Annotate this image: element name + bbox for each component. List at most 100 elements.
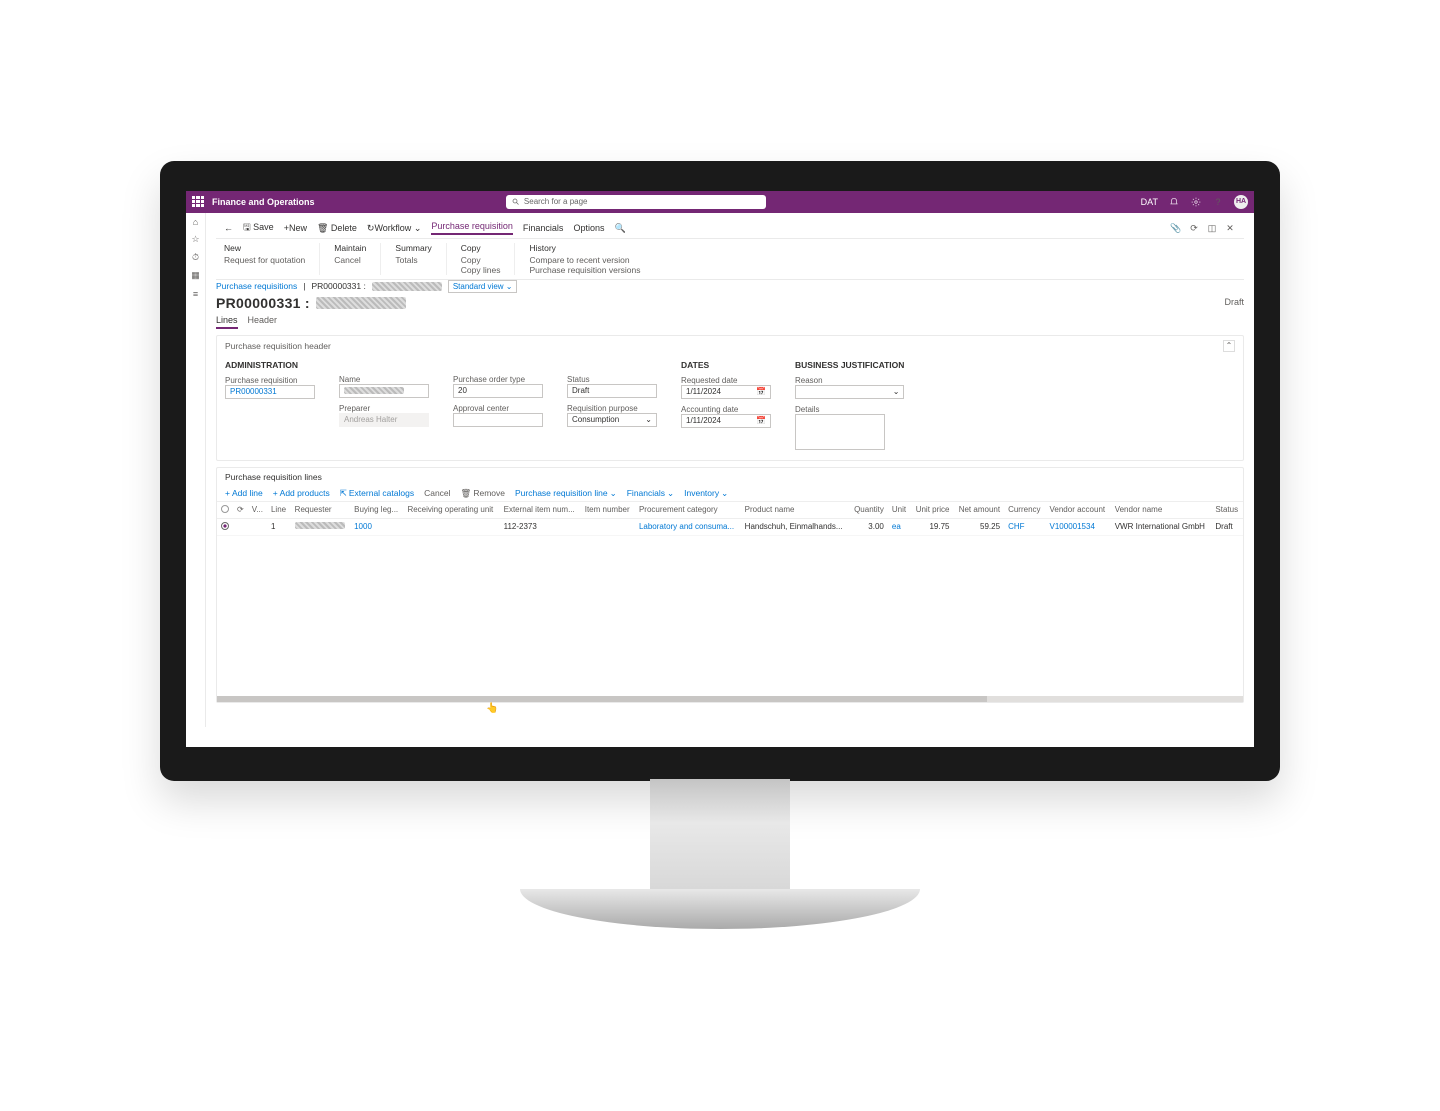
col-net[interactable]: Net amount: [953, 502, 1004, 519]
add-line-button[interactable]: + Add line: [225, 488, 263, 499]
search-command-icon[interactable]: 🔍: [614, 223, 625, 234]
copy-button[interactable]: Copy: [461, 255, 501, 265]
ribbon-group-copy: Copy: [461, 243, 501, 253]
detail-tabs: Lines Header: [216, 315, 1244, 329]
col-vname[interactable]: Vendor name: [1111, 502, 1212, 519]
col-unit[interactable]: Unit: [888, 502, 911, 519]
breadcrumb: Purchase requisitions| PR00000331 : Stan…: [216, 280, 1244, 293]
cell-net: 59.25: [953, 518, 1004, 535]
cell-unit[interactable]: ea: [888, 518, 911, 535]
select-all-radio[interactable]: [221, 505, 229, 513]
cell-vacc[interactable]: V100001534: [1046, 518, 1111, 535]
pr-line-menu[interactable]: Purchase requisition line ⌄: [515, 488, 617, 499]
col-prod[interactable]: Product name: [741, 502, 849, 519]
accdate-field[interactable]: 1/11/2024📅: [681, 414, 771, 428]
modules-icon[interactable]: ▦: [191, 271, 201, 281]
tab-options[interactable]: Options: [573, 223, 604, 233]
workspaces-icon[interactable]: ≡: [191, 289, 201, 299]
col-qty[interactable]: Quantity: [849, 502, 888, 519]
pr-id-field[interactable]: PR00000331: [225, 385, 315, 399]
help-icon[interactable]: ?: [1212, 196, 1224, 208]
popup-icon[interactable]: ◫: [1206, 222, 1218, 234]
cell-qty: 3.00: [849, 518, 888, 535]
favorites-icon[interactable]: ☆: [191, 235, 201, 245]
accdate-label: Accounting date: [681, 405, 771, 414]
new-button[interactable]: +New: [284, 223, 307, 233]
col-item[interactable]: Item number: [581, 502, 635, 519]
col-status[interactable]: Status: [1211, 502, 1243, 519]
cell-buying[interactable]: 1000: [350, 518, 403, 535]
workflow-menu[interactable]: ↻Workflow ⌄: [367, 223, 421, 234]
tab-financials[interactable]: Financials: [523, 223, 564, 233]
user-avatar[interactable]: HA: [1234, 195, 1248, 209]
cell-status: Draft: [1211, 518, 1243, 535]
refresh-icon[interactable]: ⟳: [1188, 222, 1200, 234]
col-vacc[interactable]: Vendor account: [1046, 502, 1111, 519]
col-extitem[interactable]: External item num...: [500, 502, 581, 519]
delete-button[interactable]: 🗑 Delete: [317, 223, 357, 234]
totals-button[interactable]: Totals: [395, 255, 431, 265]
row-selected-radio[interactable]: [221, 522, 229, 530]
col-buying[interactable]: Buying leg...: [350, 502, 403, 519]
col-proc[interactable]: Procurement category: [635, 502, 741, 519]
inventory-menu[interactable]: Inventory ⌄: [684, 488, 728, 499]
col-recv[interactable]: Receiving operating unit: [403, 502, 499, 519]
header-section: Purchase requisition header⌃ ADMINISTRAT…: [216, 335, 1244, 461]
horizontal-scrollbar[interactable]: [217, 696, 1243, 702]
tab-lines[interactable]: Lines: [216, 315, 238, 329]
collapse-header-icon[interactable]: ⌃: [1223, 340, 1235, 352]
status-field: Draft: [567, 384, 657, 398]
pr-versions-button[interactable]: Purchase requisition versions: [529, 265, 640, 275]
reqdate-field[interactable]: 1/11/2024📅: [681, 385, 771, 399]
save-button[interactable]: 🖫 Save: [243, 220, 274, 236]
external-catalogs-button[interactable]: ⇱ External catalogs: [340, 488, 414, 499]
cell-curr[interactable]: CHF: [1004, 518, 1045, 535]
potype-field[interactable]: 20: [453, 384, 543, 398]
tab-purchase-requisition[interactable]: Purchase requisition: [431, 221, 513, 235]
cancel-line-button[interactable]: Cancel: [424, 488, 450, 499]
cell-proc[interactable]: Laboratory and consuma...: [635, 518, 741, 535]
app-launcher-icon[interactable]: [192, 196, 204, 208]
purpose-field[interactable]: Consumption⌄: [567, 413, 657, 427]
settings-icon[interactable]: [1190, 196, 1202, 208]
tab-header[interactable]: Header: [248, 315, 278, 329]
attach-icon[interactable]: 📎: [1170, 222, 1182, 234]
col-requester[interactable]: Requester: [291, 502, 350, 519]
details-field[interactable]: [795, 414, 885, 450]
compare-version-button[interactable]: Compare to recent version: [529, 255, 640, 265]
add-products-button[interactable]: + Add products: [273, 488, 330, 499]
cell-line: 1: [267, 518, 291, 535]
approval-label: Approval center: [453, 404, 543, 413]
name-field[interactable]: [339, 384, 429, 398]
main-content: ← 🖫 Save +New 🗑 Delete ↻Workflow ⌄ Purch…: [206, 213, 1254, 727]
cell-uprice: 19.75: [911, 518, 954, 535]
col-curr[interactable]: Currency: [1004, 502, 1045, 519]
preparer-field: Andreas Halter: [339, 413, 429, 427]
topbar-right: DAT ? HA: [1141, 195, 1248, 209]
remove-line-button[interactable]: 🗑 Remove: [461, 488, 505, 499]
approval-field[interactable]: [453, 413, 543, 427]
breadcrumb-root[interactable]: Purchase requisitions: [216, 281, 297, 291]
col-line[interactable]: Line: [267, 502, 291, 519]
lines-section-title: Purchase requisition lines: [225, 472, 322, 482]
recent-icon[interactable]: ⏱: [191, 253, 201, 263]
monitor-stand-base: [520, 889, 920, 929]
view-selector[interactable]: Standard view ⌄: [448, 280, 518, 293]
reason-field[interactable]: ⌄: [795, 385, 904, 399]
grid-row[interactable]: 1 1000 112-2373 Laboratory and consuma..…: [217, 518, 1243, 535]
copy-lines-button[interactable]: Copy lines: [461, 265, 501, 275]
cancel-button[interactable]: Cancel: [334, 255, 366, 265]
back-button[interactable]: ←: [224, 223, 233, 233]
request-for-quotation-button[interactable]: Request for quotation: [224, 255, 305, 265]
company-code[interactable]: DAT: [1141, 197, 1158, 207]
financials-menu[interactable]: Financials ⌄: [627, 488, 674, 499]
col-uprice[interactable]: Unit price: [911, 502, 954, 519]
home-icon[interactable]: ⌂: [191, 217, 201, 227]
global-search[interactable]: Search for a page: [506, 195, 766, 209]
cell-requester[interactable]: [291, 518, 350, 535]
close-icon[interactable]: ✕: [1224, 222, 1236, 234]
cell-vname: VWR International GmbH: [1111, 518, 1212, 535]
app-screen: Finance and Operations Search for a page…: [186, 191, 1254, 747]
header-form: ADMINISTRATION Purchase requisitionPR000…: [217, 356, 1243, 460]
notifications-icon[interactable]: [1168, 196, 1180, 208]
